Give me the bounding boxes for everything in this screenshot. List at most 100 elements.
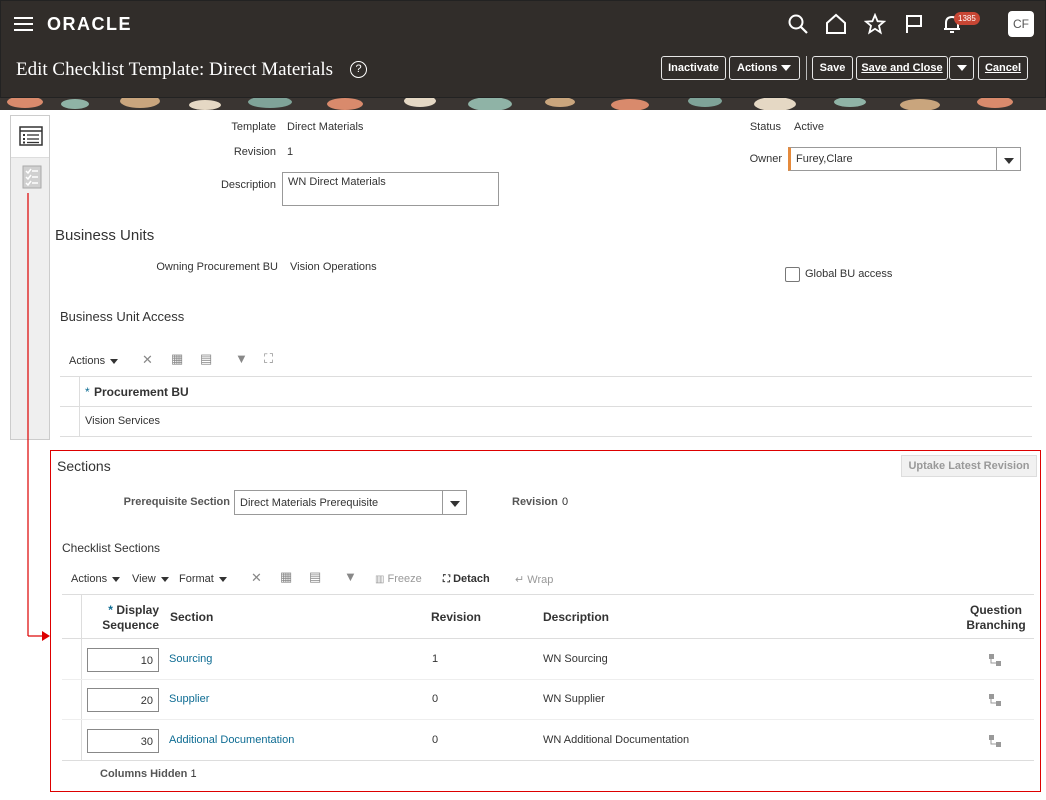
actions-menu-button[interactable]: Actions — [729, 56, 800, 80]
freeze-button[interactable]: ▥ Freeze — [375, 573, 422, 585]
checklist-icon — [22, 165, 42, 189]
table-row-divider — [62, 719, 1034, 720]
sections-revision-label: Revision — [512, 496, 558, 508]
bu-access-actions-menu[interactable]: Actions — [69, 355, 119, 367]
home-icon[interactable] — [825, 13, 847, 35]
template-label: Template — [231, 121, 276, 133]
wrap-icon: ↵ — [515, 574, 525, 586]
watchlist-flag-icon[interactable] — [903, 13, 925, 35]
help-icon[interactable]: ? — [350, 61, 367, 78]
description-field[interactable]: WN Direct Materials — [282, 172, 499, 206]
columns-hidden-status: Columns Hidden 1 — [100, 768, 197, 780]
sections-revision-value: 0 — [562, 496, 569, 508]
actions-menu-label: Actions — [71, 573, 108, 585]
list-details-icon — [19, 126, 43, 146]
prerequisite-dropdown-toggle[interactable] — [442, 491, 466, 514]
table-row-procurement-bu[interactable]: Vision Services — [85, 415, 160, 427]
column-header-question-branching[interactable]: Question Branching — [960, 603, 1032, 633]
business-unit-access-heading: Business Unit Access — [60, 309, 185, 324]
column-header-section[interactable]: Section — [170, 610, 213, 624]
chevron-down-icon — [112, 576, 121, 582]
format-menu-label: Format — [179, 573, 214, 585]
user-avatar[interactable]: CF — [1008, 11, 1034, 37]
add-row-icon[interactable]: ▤ — [200, 351, 212, 367]
chevron-down-icon — [160, 576, 169, 582]
section-revision: 1 — [432, 653, 439, 665]
owner-dropdown-toggle[interactable] — [996, 148, 1020, 170]
search-icon[interactable] — [787, 13, 809, 35]
table-border — [62, 760, 1034, 761]
revision-value: 1 — [287, 146, 294, 158]
favorites-star-icon[interactable] — [864, 13, 886, 35]
detach-label: Detach — [453, 573, 490, 585]
detach-button[interactable]: ⛶ Detach — [443, 573, 490, 585]
display-sequence-input[interactable]: 10 — [87, 648, 159, 672]
question-branching-icon[interactable] — [988, 734, 1002, 748]
column-header-description[interactable]: Description — [543, 610, 609, 624]
chevron-down-icon — [957, 65, 967, 71]
section-description: WN Supplier — [543, 693, 605, 705]
format-menu[interactable]: Format — [179, 573, 227, 585]
chevron-down-icon — [781, 65, 791, 71]
section-description: WN Sourcing — [543, 653, 608, 665]
display-sequence-label-1: Display — [116, 603, 159, 617]
menu-icon[interactable] — [14, 17, 33, 31]
owning-bu-label: Owning Procurement BU — [156, 261, 278, 273]
delete-icon[interactable]: ✕ — [142, 352, 153, 368]
owning-bu-value: Vision Operations — [290, 261, 377, 273]
freeze-columns-icon[interactable]: ▦ — [171, 351, 183, 367]
status-label: Status — [749, 121, 781, 133]
display-sequence-input[interactable]: 30 — [87, 729, 159, 753]
detach-icon[interactable]: ⛶ — [264, 351, 273, 367]
chevron-down-icon — [218, 576, 227, 582]
chevron-down-icon — [110, 358, 119, 364]
display-sequence-label-2: Sequence — [102, 618, 159, 632]
owner-field[interactable]: Furey,Clare — [788, 147, 1021, 171]
prerequisite-section-value: Direct Materials Prerequisite — [240, 497, 379, 509]
prerequisite-section-field[interactable]: Direct Materials Prerequisite — [234, 490, 467, 515]
column-header-display-sequence[interactable]: * Display Sequence — [90, 603, 159, 633]
add-row-icon[interactable]: ▤ — [309, 569, 321, 585]
checklist-sections-heading: Checklist Sections — [62, 541, 161, 555]
section-description: WN Additional Documentation — [543, 734, 690, 746]
table-border — [62, 594, 1034, 595]
global-bu-access-label: Global BU access — [805, 268, 893, 280]
query-by-example-icon[interactable]: ▼ — [344, 569, 357, 584]
table-border — [60, 376, 1032, 377]
question-branching-icon[interactable] — [988, 653, 1002, 667]
column-header-procurement-bu[interactable]: Procurement BU — [94, 385, 189, 399]
section-link[interactable]: Supplier — [169, 693, 209, 705]
save-button[interactable]: Save — [812, 56, 853, 80]
uptake-latest-revision-button[interactable]: Uptake Latest Revision — [901, 455, 1037, 477]
required-indicator: * — [108, 603, 113, 617]
question-branching-icon[interactable] — [988, 693, 1002, 707]
decorative-banner — [0, 98, 1046, 110]
checklist-actions-menu[interactable]: Actions — [71, 573, 121, 585]
freeze-columns-icon[interactable]: ▦ — [280, 569, 292, 585]
section-link[interactable]: Additional Documentation — [169, 734, 294, 746]
global-bu-access-checkbox[interactable] — [785, 267, 800, 282]
owner-label: Owner — [749, 153, 782, 165]
save-and-close-button[interactable]: Save and Close — [856, 56, 948, 80]
revision-label: Revision — [233, 146, 276, 158]
status-value: Active — [794, 121, 824, 133]
toolbar-separator — [806, 56, 807, 80]
cancel-button[interactable]: Cancel — [978, 56, 1028, 80]
query-by-example-icon[interactable]: ▼ — [235, 351, 248, 366]
save-options-dropdown[interactable] — [949, 56, 974, 80]
columns-hidden-value: 1 — [190, 768, 197, 780]
display-sequence-input[interactable]: 20 — [87, 688, 159, 712]
sections-heading: Sections — [57, 458, 111, 474]
freeze-icon: ▥ — [375, 574, 385, 585]
wrap-button[interactable]: ↵ Wrap — [515, 573, 553, 586]
column-header-revision[interactable]: Revision — [431, 610, 481, 624]
inactivate-button[interactable]: Inactivate — [661, 56, 726, 80]
section-link[interactable]: Sourcing — [169, 653, 212, 665]
oracle-logo[interactable]: ORACLE — [47, 14, 132, 35]
prerequisite-section-label: Prerequisite Section — [123, 496, 230, 508]
description-label: Description — [220, 179, 276, 191]
tab-header-details[interactable] — [11, 116, 49, 158]
view-menu[interactable]: View — [132, 573, 169, 585]
table-border — [62, 638, 1034, 639]
delete-icon[interactable]: ✕ — [251, 570, 262, 586]
